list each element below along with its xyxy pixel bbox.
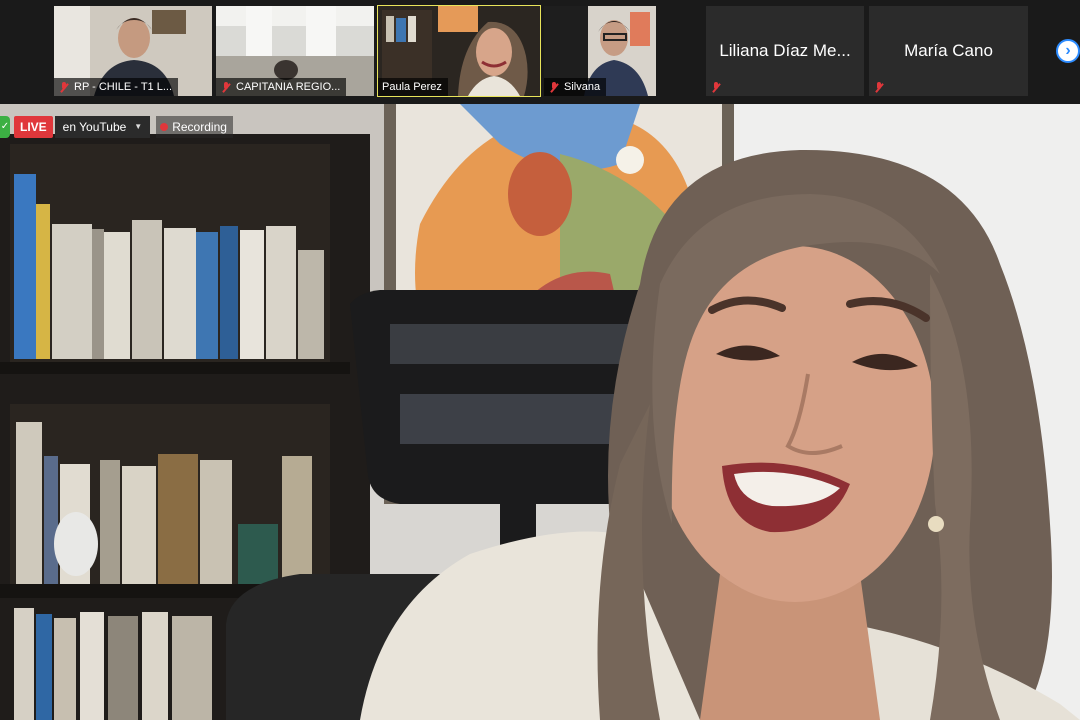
participant-tile-2[interactable]: CAPITANIA REGIO... xyxy=(216,6,374,96)
stream-status-bar: ✓ LIVE en YouTube ▼ Recording xyxy=(0,114,233,140)
zoom-meeting-window: ✓ LIVE en YouTube ▼ Recording RP - CHILE… xyxy=(0,0,1080,720)
participant-name-5: Liliana Díaz Me... xyxy=(719,41,851,60)
participant-strip: RP - CHILE - T1 L... CAPITANIA REGIO... xyxy=(0,0,1080,104)
chevron-right-icon: › xyxy=(1056,39,1080,63)
mic-muted-icon xyxy=(873,81,885,93)
participant-name-4: Silvana xyxy=(564,81,601,93)
participant-nametag-2: CAPITANIA REGIO... xyxy=(216,78,347,96)
mic-muted-icon xyxy=(548,81,560,93)
participant-tile-5[interactable]: Liliana Díaz Me... xyxy=(706,6,864,96)
speaker-video xyxy=(0,104,1080,720)
recording-indicator[interactable]: Recording xyxy=(156,116,233,138)
mic-muted-icon xyxy=(220,81,232,93)
speaker-video-frame xyxy=(0,104,1080,720)
recording-dot-icon xyxy=(160,123,169,131)
participant-tile-3[interactable]: Paula Perez xyxy=(377,5,541,97)
participant-tile-1[interactable]: RP - CHILE - T1 L... xyxy=(54,6,212,96)
participant-nametag-1: RP - CHILE - T1 L... xyxy=(54,78,179,96)
recording-label: Recording xyxy=(172,120,227,134)
next-page-button[interactable]: › xyxy=(1054,37,1080,67)
shield-icon[interactable]: ✓ xyxy=(0,116,10,138)
participant-name-3: Paula Perez xyxy=(382,81,442,93)
participant-nametag-6 xyxy=(869,78,891,96)
participant-name-6: María Cano xyxy=(904,41,993,60)
participant-nametag-3: Paula Perez xyxy=(378,78,448,96)
participant-nametag-4: Silvana xyxy=(544,78,607,96)
participant-name-1: RP - CHILE - T1 L... xyxy=(74,81,173,93)
mic-muted-icon xyxy=(58,81,70,93)
stream-platform-label: en YouTube xyxy=(62,120,127,134)
youtube-stream-dropdown[interactable]: en YouTube ▼ xyxy=(54,116,151,138)
participant-name-2: CAPITANIA REGIO... xyxy=(236,81,341,93)
mic-muted-icon xyxy=(710,81,722,93)
live-badge: LIVE xyxy=(14,116,53,138)
participant-tile-4[interactable]: Silvana xyxy=(544,6,656,96)
participant-tile-6[interactable]: María Cano xyxy=(869,6,1028,96)
caret-down-icon: ▼ xyxy=(134,122,143,131)
participant-nametag-5 xyxy=(706,78,728,96)
